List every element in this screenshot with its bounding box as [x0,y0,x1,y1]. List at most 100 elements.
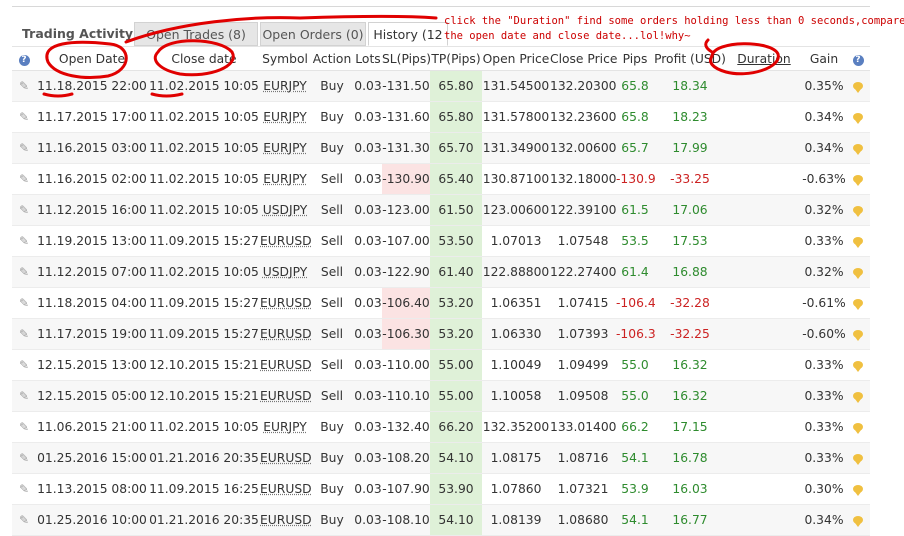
header-open-price[interactable]: Open Price [482,46,550,71]
symbol-cell[interactable]: EURJPY [260,101,310,133]
header-help-right[interactable]: ? [846,46,870,71]
comment-cell[interactable] [846,225,870,257]
symbol-link[interactable]: EURUSD [260,513,312,527]
comment-icon[interactable] [853,144,863,155]
comment-cell[interactable] [846,380,870,412]
comment-cell[interactable] [846,101,870,133]
edit-cell[interactable]: ✎ [12,163,36,195]
comment-icon[interactable] [853,82,863,93]
pencil-icon[interactable]: ✎ [19,172,29,186]
help-icon[interactable]: ? [18,55,30,66]
table-row[interactable]: ✎ 11.12.2015 07:00 11.02.2015 10:05 USDJPY S… [12,256,870,288]
comment-cell[interactable] [846,163,870,195]
comment-icon[interactable] [853,454,863,465]
edit-cell[interactable]: ✎ [12,132,36,164]
edit-cell[interactable]: ✎ [12,411,36,443]
table-row[interactable]: ✎ 11.12.2015 16:00 11.02.2015 10:05 USDJPY S… [12,194,870,226]
table-row[interactable]: ✎ 11.13.2015 08:00 11.09.2015 16:25 EURUSD B… [12,473,870,505]
comment-icon[interactable] [853,268,863,279]
table-row[interactable]: ✎ 01.25.2016 15:00 01.21.2016 20:35 EURUSD B… [12,442,870,474]
header-lots[interactable]: Lots [354,46,382,71]
header-pips[interactable]: Pips [616,46,654,71]
comment-icon[interactable] [853,423,863,434]
header-action[interactable]: Action [310,46,354,71]
header-profit[interactable]: Profit (USD) [654,46,726,71]
comment-icon[interactable] [853,113,863,124]
table-row[interactable]: ✎ 11.17.2015 17:00 11.02.2015 10:05 EURJPY B… [12,101,870,133]
header-sl-pips[interactable]: SL(Pips) [382,46,431,71]
symbol-cell[interactable]: EURUSD [260,380,312,412]
symbol-cell[interactable]: EURJPY [260,411,310,443]
symbol-link[interactable]: EURUSD [260,327,312,341]
symbol-cell[interactable]: EURUSD [260,287,312,319]
pencil-icon[interactable]: ✎ [19,203,29,217]
symbol-cell[interactable]: EURUSD [260,318,312,350]
comment-cell[interactable] [846,256,870,288]
edit-cell[interactable]: ✎ [12,504,36,536]
help-icon[interactable]: ? [852,55,864,66]
edit-cell[interactable]: ✎ [12,473,36,505]
comment-cell[interactable] [846,504,870,536]
symbol-link[interactable]: EURUSD [260,389,312,403]
comment-cell[interactable] [846,287,870,319]
comment-cell[interactable] [846,473,870,505]
comment-icon[interactable] [853,299,863,310]
symbol-link[interactable]: EURJPY [263,420,307,434]
symbol-link[interactable]: EURUSD [260,451,312,465]
table-row[interactable]: ✎ 01.25.2016 10:00 01.21.2016 20:35 EURUSD B… [12,504,870,536]
comment-icon[interactable] [853,206,863,217]
pencil-icon[interactable]: ✎ [19,389,29,403]
pencil-icon[interactable]: ✎ [19,327,29,341]
comment-icon[interactable] [853,516,863,527]
table-row[interactable]: ✎ 12.15.2015 05:00 12.10.2015 15:21 EURUSD S… [12,380,870,412]
symbol-link[interactable]: EURUSD [260,234,312,248]
header-close-price[interactable]: Close Price [550,46,617,71]
table-row[interactable]: ✎ 11.17.2015 19:00 11.09.2015 15:27 EURUSD S… [12,318,870,350]
symbol-link[interactable]: EURJPY [263,172,307,186]
symbol-cell[interactable]: EURUSD [260,225,312,257]
symbol-cell[interactable]: EURJPY [260,163,310,195]
header-help[interactable]: ? [12,46,36,71]
edit-cell[interactable]: ✎ [12,349,36,381]
tab-open-trades[interactable]: Open Trades (8) [134,22,258,46]
symbol-cell[interactable]: USDJPY [260,256,310,288]
tab-history[interactable]: History (12 [368,22,448,46]
pencil-icon[interactable]: ✎ [19,482,29,496]
edit-cell[interactable]: ✎ [12,287,36,319]
symbol-cell[interactable]: EURJPY [260,132,310,164]
comment-icon[interactable] [853,237,863,248]
pencil-icon[interactable]: ✎ [19,296,29,310]
symbol-link[interactable]: EURUSD [260,296,312,310]
pencil-icon[interactable]: ✎ [19,234,29,248]
header-open-date[interactable]: Open Date [36,46,148,71]
edit-cell[interactable]: ✎ [12,225,36,257]
symbol-link[interactable]: EURJPY [263,110,307,124]
table-row[interactable]: ✎ 11.18.2015 04:00 11.09.2015 15:27 EURUSD S… [12,287,870,319]
pencil-icon[interactable]: ✎ [19,141,29,155]
table-row[interactable]: ✎ 11.06.2015 21:00 11.02.2015 10:05 EURJPY B… [12,411,870,443]
comment-cell[interactable] [846,132,870,164]
edit-cell[interactable]: ✎ [12,194,36,226]
comment-cell[interactable] [846,442,870,474]
header-symbol[interactable]: Symbol [260,46,310,71]
edit-cell[interactable]: ✎ [12,101,36,133]
pencil-icon[interactable]: ✎ [19,451,29,465]
header-tp-pips[interactable]: TP(Pips) [430,46,482,71]
symbol-link[interactable]: EURUSD [260,482,312,496]
symbol-link[interactable]: EURUSD [260,358,312,372]
edit-cell[interactable]: ✎ [12,318,36,350]
tab-open-orders[interactable]: Open Orders (0) [260,22,366,46]
pencil-icon[interactable]: ✎ [19,513,29,527]
symbol-cell[interactable]: EURUSD [260,442,312,474]
header-duration[interactable]: Duration [726,46,802,71]
table-row[interactable]: ✎ 11.18.2015 22:00 11.02.2015 10:05 EURJPY B… [12,70,870,102]
comment-icon[interactable] [853,361,863,372]
pencil-icon[interactable]: ✎ [19,420,29,434]
table-row[interactable]: ✎ 11.16.2015 02:00 11.02.2015 10:05 EURJPY S… [12,163,870,195]
symbol-cell[interactable]: USDJPY [260,194,310,226]
edit-cell[interactable]: ✎ [12,380,36,412]
edit-cell[interactable]: ✎ [12,442,36,474]
duration-sort-link[interactable]: Duration [737,52,790,66]
comment-icon[interactable] [853,392,863,403]
table-row[interactable]: ✎ 12.15.2015 13:00 12.10.2015 15:21 EURUSD S… [12,349,870,381]
